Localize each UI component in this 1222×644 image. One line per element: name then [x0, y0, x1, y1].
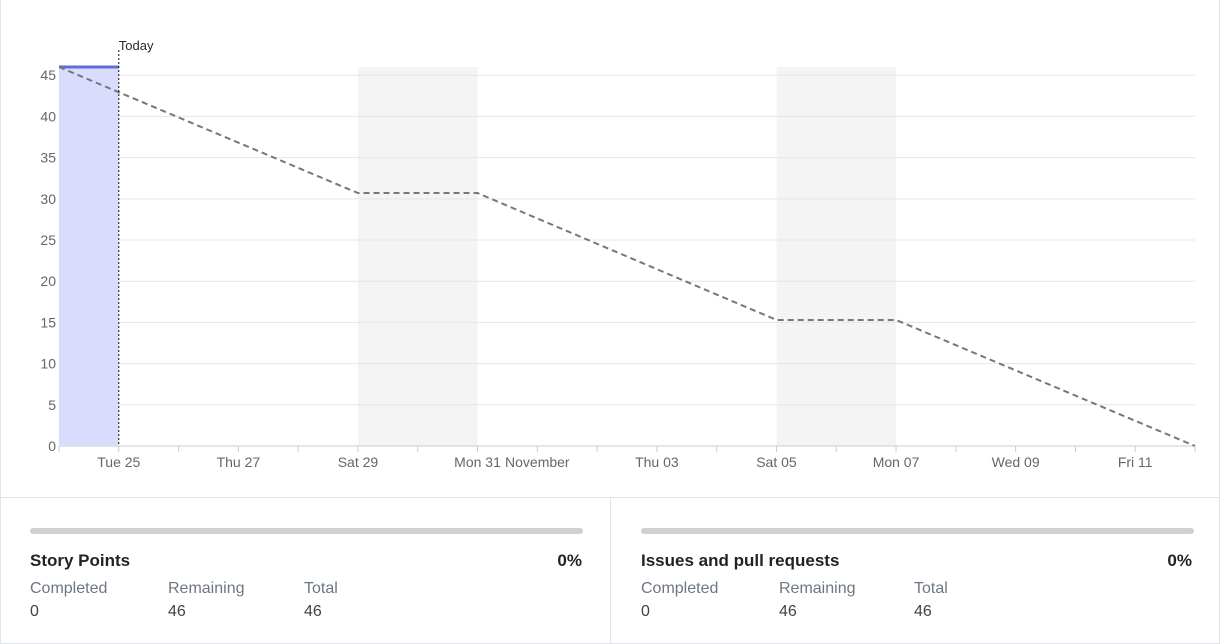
- x-tick-label: November: [505, 454, 570, 470]
- x-tick-label: Sat 05: [756, 454, 797, 470]
- metric-value: 0: [641, 603, 650, 620]
- stats-row: Story Points 0% Completed 0 Remaining 46…: [0, 498, 1220, 644]
- story-points-total: Total 46: [304, 580, 338, 621]
- metric-label: Total: [914, 580, 948, 597]
- metric-label: Completed: [30, 580, 108, 597]
- y-tick-label: 20: [40, 273, 56, 289]
- x-tick-label: Mon 31: [454, 454, 501, 470]
- series-lines: [58, 65, 1196, 447]
- x-tick-label: Wed 09: [992, 454, 1040, 470]
- y-tick-label: 0: [48, 438, 56, 454]
- axes: 0 5 10 15 20 25 30 35 40 45 Tue 25 Thu 27 Sat 29 Mon …: [40, 67, 1196, 470]
- weekend-band: [357, 67, 478, 446]
- y-tick-label: 40: [40, 108, 56, 124]
- story-points-progress-bar: [30, 528, 583, 534]
- x-tick-label: Sat 29: [338, 454, 379, 470]
- x-tick-label: Tue 25: [97, 454, 140, 470]
- x-tick-label: Thu 03: [635, 454, 679, 470]
- issues-prs-completed: Completed 0: [641, 580, 718, 621]
- metric-label: Remaining: [168, 580, 245, 597]
- completed-area: [59, 67, 119, 446]
- metric-value: 46: [168, 603, 186, 620]
- weekend-band: [776, 67, 897, 446]
- today-label: Today: [119, 38, 154, 53]
- metric-label: Total: [304, 580, 338, 597]
- y-tick-label: 10: [40, 356, 56, 372]
- story-points-completed: Completed 0: [30, 580, 107, 621]
- metric-label: Completed: [641, 580, 719, 597]
- x-tick-label: Mon 07: [873, 454, 920, 470]
- story-points-percent: 0%: [557, 551, 582, 570]
- burndown-chart-panel: 0 5 10 15 20 25 30 35 40 45 Tue 25 Thu 27 Sat 29 Mon …: [0, 0, 1220, 498]
- metric-value: 46: [914, 603, 932, 620]
- x-tick-label: Thu 27: [217, 454, 261, 470]
- y-tick-label: 25: [40, 232, 56, 248]
- y-tick-label: 5: [48, 397, 56, 413]
- y-tick-label: 15: [40, 314, 56, 330]
- grid-lines: [59, 74, 1195, 447]
- issues-prs-remaining: Remaining 46: [779, 580, 855, 621]
- issues-prs-total: Total 46: [914, 580, 948, 621]
- y-tick-label: 30: [40, 191, 56, 207]
- issues-prs-percent: 0%: [1167, 551, 1192, 570]
- issues-prs-title: Issues and pull requests: [641, 551, 840, 570]
- metric-value: 46: [304, 603, 322, 620]
- metric-value: 0: [30, 603, 39, 620]
- y-tick-label: 35: [40, 150, 56, 166]
- issues-prs-progress-bar: [641, 528, 1194, 534]
- ideal-burndown-line: [58, 66, 1196, 447]
- story-points-card: Story Points 0% Completed 0 Remaining 46…: [0, 498, 611, 644]
- story-points-title: Story Points: [30, 551, 131, 570]
- metric-value: 46: [779, 603, 797, 620]
- story-points-remaining: Remaining 46: [168, 580, 244, 621]
- completed-area-fill: [59, 67, 119, 446]
- issues-prs-card: Issues and pull requests 0% Completed 0 …: [610, 498, 1220, 644]
- burndown-chart: 0 5 10 15 20 25 30 35 40 45 Tue 25 Thu 27 Sat 29 Mon …: [40, 38, 1196, 470]
- y-tick-label: 45: [40, 67, 56, 83]
- metric-label: Remaining: [779, 580, 856, 597]
- weekend-bands: [357, 67, 897, 446]
- x-tick-label: Fri 11: [1118, 454, 1153, 470]
